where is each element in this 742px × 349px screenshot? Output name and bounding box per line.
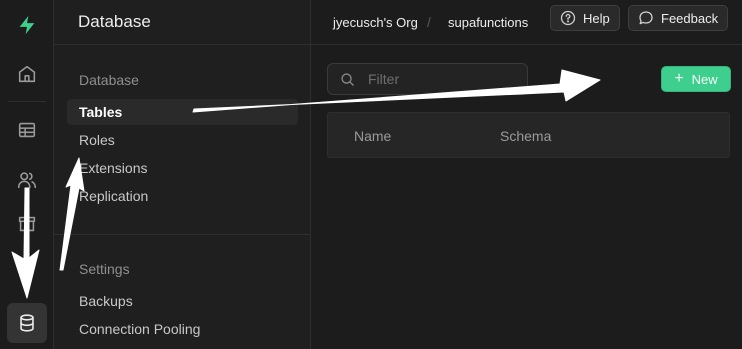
- table-icon[interactable]: [7, 110, 47, 150]
- menu-title: Database: [78, 12, 151, 31]
- menu-item-label: Extensions: [79, 160, 148, 176]
- top-bar: jyecusch's Org / supafunctions Help Feed…: [311, 0, 742, 45]
- product-menu: Database Database Tables Roles Extension…: [54, 0, 311, 349]
- supabase-logo-icon[interactable]: [7, 5, 47, 45]
- help-label: Help: [583, 10, 610, 26]
- menu-item-backups[interactable]: Backups: [67, 288, 298, 314]
- column-header-schema: Schema: [500, 128, 552, 144]
- filter-input[interactable]: [368, 71, 518, 87]
- users-icon[interactable]: [7, 160, 47, 200]
- search-icon: [341, 72, 354, 86]
- feedback-button[interactable]: Feedback: [628, 5, 729, 31]
- rail-divider: [8, 101, 46, 102]
- breadcrumb-separator: /: [427, 14, 431, 30]
- menu-section-title-settings: Settings: [79, 261, 130, 277]
- column-header-name: Name: [354, 128, 392, 144]
- plus-icon: +: [674, 70, 684, 87]
- feedback-label: Feedback: [661, 10, 719, 26]
- menu-item-label: Roles: [79, 132, 115, 148]
- main-content: + New Name Schema: [311, 46, 742, 349]
- new-table-button[interactable]: + New: [661, 66, 731, 92]
- menu-item-label: Backups: [79, 293, 133, 309]
- menu-item-tables[interactable]: Tables: [67, 99, 298, 125]
- archive-icon[interactable]: [7, 204, 47, 244]
- message-icon: [639, 11, 653, 25]
- menu-item-label: Connection Pooling: [79, 321, 201, 337]
- filter-field[interactable]: [327, 63, 528, 95]
- menu-section-title-database: Database: [79, 72, 139, 88]
- help-button[interactable]: Help: [550, 5, 620, 31]
- menu-item-label: Tables: [79, 104, 123, 120]
- menu-item-connection-pooling[interactable]: Connection Pooling: [67, 316, 298, 342]
- menu-item-replication[interactable]: Replication: [67, 183, 298, 209]
- help-icon: [560, 10, 576, 26]
- icon-rail: [0, 0, 54, 349]
- breadcrumb-project[interactable]: supafunctions: [448, 15, 528, 30]
- database-icon[interactable]: [7, 303, 47, 343]
- menu-divider: [54, 234, 311, 235]
- menu-item-extensions[interactable]: Extensions: [67, 155, 298, 181]
- new-button-label: New: [691, 71, 718, 87]
- menu-header: Database: [54, 0, 311, 45]
- tables-list-header: Name Schema: [327, 112, 730, 158]
- menu-item-roles[interactable]: Roles: [67, 127, 298, 153]
- home-icon[interactable]: [7, 54, 47, 94]
- menu-item-label: Replication: [79, 188, 149, 204]
- breadcrumb-org[interactable]: jyecusch's Org: [333, 15, 418, 30]
